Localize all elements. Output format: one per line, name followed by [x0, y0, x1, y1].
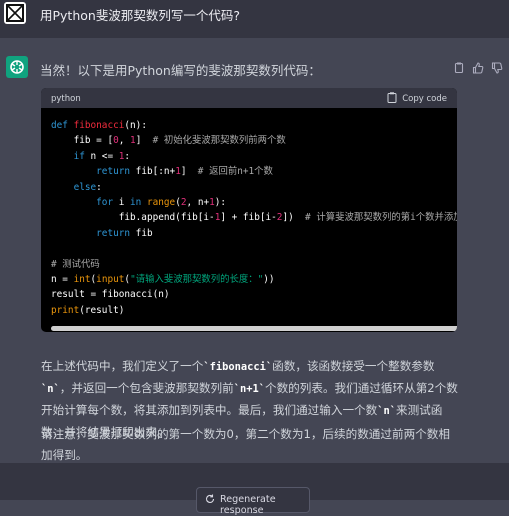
code-content: def fibonacci(n): fib = [0, 1] # 初始化斐波那契…: [41, 108, 457, 318]
code-token: fib: [130, 227, 153, 239]
code-line: print(result): [51, 303, 457, 318]
code-token: n =: [51, 273, 74, 285]
code-language-label: python: [51, 94, 81, 104]
horizontal-scrollbar[interactable]: [51, 326, 457, 331]
code-token: def: [51, 120, 74, 131]
input-area: Regenerate response: [0, 463, 509, 516]
code-token: # 初始化斐波那契数列前两个数: [152, 135, 286, 147]
code-line: fib = [0, 1] # 初始化斐波那契数列前两个数: [51, 133, 457, 148]
code-token: n <=: [84, 150, 119, 162]
code-token: # 测试代码: [51, 258, 100, 270]
copy-code-button[interactable]: Copy code: [387, 92, 447, 106]
copy-icon[interactable]: [453, 59, 465, 74]
code-token: :: [124, 150, 131, 162]
code-token: "请输入斐波那契数列的长度：": [130, 273, 264, 285]
code-line: # 测试代码: [51, 257, 457, 272]
code-line: n = int(input("请输入斐波那契数列的长度：")): [51, 272, 457, 287]
code-token: else: [73, 181, 97, 193]
code-token: ]): [282, 212, 306, 224]
code-header: python Copy code: [41, 88, 457, 108]
code-token: ] + fib[i-: [220, 212, 277, 224]
code-token: return: [96, 166, 131, 178]
inline-code: `n`: [41, 383, 60, 395]
user-avatar-icon: [4, 2, 26, 24]
user-message-text: 用Python斐波那契数列写一个代码?: [40, 8, 240, 23]
code-line: else:: [51, 180, 457, 195]
user-message-row: 用Python斐波那契数列写一个代码?: [0, 0, 509, 38]
code-line: if n <= 1:: [51, 149, 457, 164]
copy-code-label: Copy code: [402, 94, 447, 104]
code-token: ]: [180, 166, 198, 178]
code-token: fibonacci: [73, 120, 125, 131]
code-token: range: [146, 196, 176, 208]
code-token: fib = [: [51, 135, 114, 147]
openai-logo-icon: [6, 56, 28, 78]
para-text: ，并返回一个包含斐波那契数列前: [59, 381, 234, 395]
para-text: 在上述代码中，我们定义了一个: [41, 359, 204, 373]
code-token: return: [96, 227, 131, 239]
code-line: for i in range(2, n+1):: [51, 195, 457, 210]
note-paragraph: 请注意，斐波那契数列的第一个数为0，第二个数为1，后续的数通过前两个数相加得到。: [41, 427, 450, 462]
code-line: fib.append(fib[i-1] + fib[i-2]) # 计算斐波那契…: [51, 210, 457, 225]
code-token: for: [96, 196, 114, 208]
code-token: )): [263, 273, 275, 285]
thumbs-down-icon[interactable]: [491, 59, 503, 74]
code-token: ]: [135, 135, 153, 147]
inline-code: `n`: [377, 405, 397, 417]
inline-code: `fibonacci`: [203, 361, 273, 373]
refresh-icon: [205, 494, 215, 507]
code-token: fib[:n+: [130, 166, 176, 178]
code-token: :: [96, 181, 102, 193]
code-token: print: [51, 304, 80, 316]
regenerate-response-button[interactable]: Regenerate response: [196, 487, 310, 516]
code-token: ,: [118, 135, 131, 147]
code-line: def fibonacci(n):: [51, 118, 457, 133]
code-token: # 计算斐波那契数列的第i个数并添加到列: [305, 212, 457, 224]
code-line: return fib: [51, 226, 457, 241]
code-token: , n+: [186, 196, 210, 208]
code-line: result = fibonacci(n): [51, 287, 457, 302]
code-token: ):: [214, 196, 227, 208]
code-token: in: [130, 196, 142, 208]
code-token: if: [73, 150, 85, 162]
thumbs-up-icon[interactable]: [472, 59, 484, 74]
para-text: 函数，该函数接受一个整数参数: [272, 359, 435, 373]
code-token: fib.append(fib[i-: [51, 212, 215, 224]
code-block: python Copy code def fibonacci(n): fib =…: [41, 88, 457, 332]
assistant-intro-text: 当然！以下是用Python编写的斐波那契数列代码：: [40, 63, 321, 78]
clipboard-icon: [387, 92, 397, 106]
code-token: (result): [79, 304, 125, 316]
code-token: # 返回前n+1个数: [197, 166, 273, 178]
code-token: input: [96, 273, 125, 285]
code-token: i: [113, 196, 131, 208]
inline-code: `n+1`: [233, 383, 265, 395]
message-actions: [453, 59, 503, 74]
code-token: int: [73, 273, 91, 285]
regenerate-label: Regenerate response: [220, 494, 276, 516]
code-token: result = fibonacci(n): [51, 289, 170, 301]
code-line: return fib[:n+1] # 返回前n+1个数: [51, 164, 457, 179]
code-token: (n):: [124, 120, 147, 131]
